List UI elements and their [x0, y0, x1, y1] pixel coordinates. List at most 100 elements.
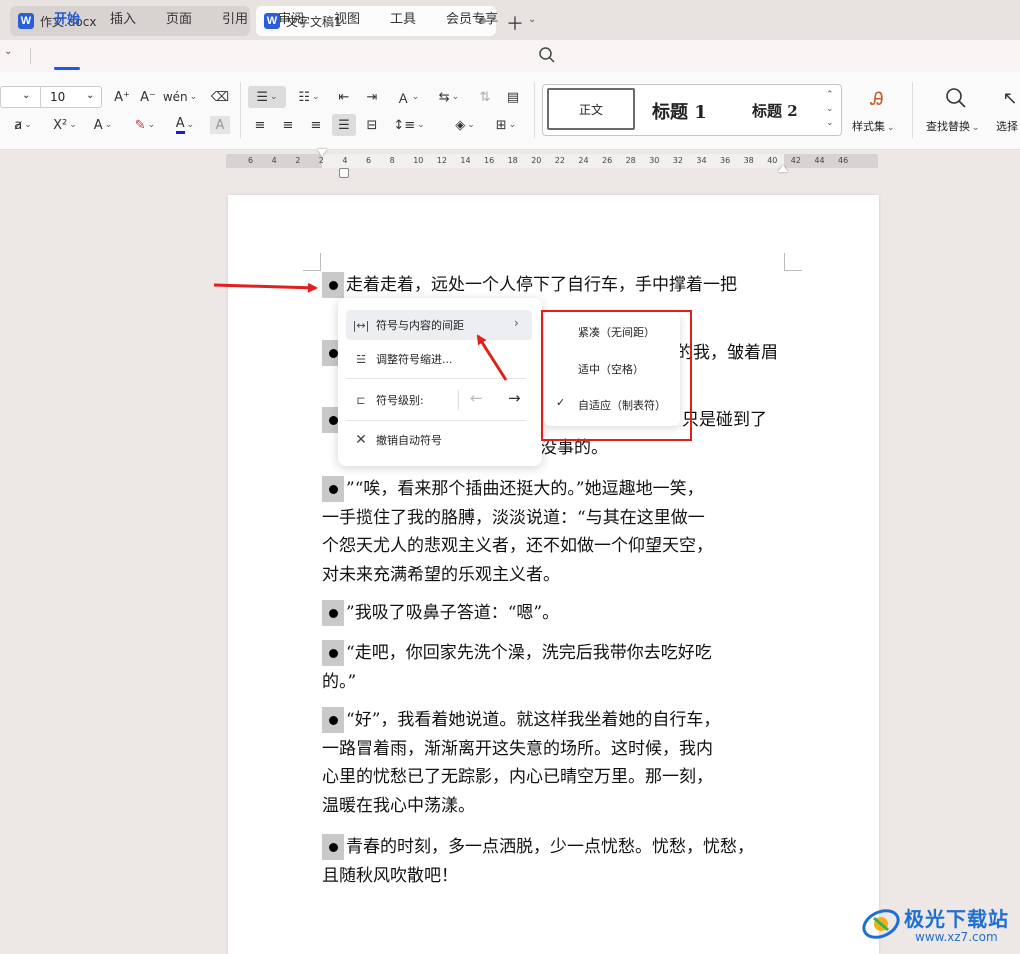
- border-icon[interactable]: ⊞ ⌄: [490, 116, 522, 134]
- menu-home[interactable]: 开始: [54, 8, 80, 27]
- select-button[interactable]: 选择: [996, 118, 1018, 134]
- select-cursor-icon[interactable]: ↖: [1000, 86, 1020, 110]
- bullet-marker[interactable]: [322, 707, 344, 733]
- align-right-icon[interactable]: ≡: [306, 116, 326, 134]
- eraser-icon[interactable]: ⌫: [210, 88, 230, 106]
- bullet-list-icon[interactable]: ☰ ⌄: [248, 86, 286, 108]
- paragraph-line: 一路冒着雨，渐渐离开这失意的场所。这时候，我内: [322, 738, 713, 759]
- ruler-tick-label: 46: [838, 156, 849, 165]
- font-shrink-icon[interactable]: A⁻: [138, 88, 158, 106]
- style-gallery-scroll-icon[interactable]: ⌃ ⌄ ⌄: [826, 88, 834, 130]
- paragraph: 走着走着，远处一个人停下了自行车，手中撑着一把: [346, 275, 737, 295]
- ruler-tick-label: 10: [413, 156, 424, 165]
- ruler-tick-label: 22: [554, 156, 565, 165]
- style-normal[interactable]: 正文: [547, 88, 635, 130]
- bullet-marker[interactable]: [322, 834, 344, 860]
- ruler-tick-label: 4: [342, 156, 348, 165]
- ruler-tick-label: 6: [366, 156, 372, 165]
- ruler-tick-label: 30: [649, 156, 660, 165]
- divider: [534, 82, 535, 138]
- increase-indent-icon[interactable]: ⇥: [362, 88, 382, 106]
- style-heading-2[interactable]: 标题 2: [752, 100, 798, 121]
- distributed-align-icon[interactable]: ⊟: [362, 116, 382, 134]
- font-color-icon[interactable]: A ⌄: [168, 116, 202, 134]
- new-tab-plus-icon[interactable]: ＋: [506, 10, 524, 36]
- ruler-tick-label: 20: [531, 156, 542, 165]
- ruler-tick-label: 24: [578, 156, 589, 165]
- superscript-icon[interactable]: X² ⌄: [48, 116, 82, 134]
- menu-item-symbol-spacing[interactable]: |↔| 符号与内容的间距: [346, 310, 532, 340]
- style-set-label: 样式集: [852, 120, 885, 133]
- menu-page[interactable]: 页面: [166, 8, 192, 27]
- search-icon[interactable]: [538, 46, 556, 64]
- paragraph-line: 的。”: [322, 671, 357, 692]
- char-shading-icon[interactable]: A: [210, 116, 230, 134]
- font-size-dropdown-icon[interactable]: ⌄: [86, 90, 94, 101]
- text-direction-icon[interactable]: Ａ ⌄: [392, 88, 424, 107]
- ruler-tick-label: 4: [271, 156, 277, 165]
- level-up-arrow-icon[interactable]: ←: [470, 389, 483, 407]
- watermark-url: www.xz7.com: [915, 930, 998, 944]
- spacing-icon: |↔|: [352, 318, 370, 332]
- find-replace-button[interactable]: 查找替换 ⌄: [926, 118, 980, 134]
- paragraph: “好”，我看着她说道。就这样我坐着她的自行车， 一路冒着雨，渐渐离开这失意的场所…: [322, 706, 786, 820]
- menu-tools[interactable]: 工具: [390, 8, 416, 27]
- ruler-tick-label: 2: [295, 156, 301, 165]
- bullet-marker[interactable]: [322, 272, 344, 298]
- ruler-tick-label: 32: [672, 156, 683, 165]
- first-line-indent-marker[interactable]: [317, 149, 327, 156]
- level-icon: ⊏: [356, 393, 366, 407]
- menu-reference[interactable]: 引用: [222, 8, 248, 27]
- strikethrough-icon[interactable]: ⱥ ⌄: [6, 116, 40, 134]
- decrease-indent-icon[interactable]: ⇤: [334, 88, 354, 106]
- sort-az-icon[interactable]: ⇅: [474, 88, 496, 106]
- font-size-input[interactable]: 10: [50, 90, 65, 104]
- style-set-icon[interactable]: Ꭿ: [864, 86, 890, 112]
- line-spacing-icon[interactable]: ↕≡ ⌄: [392, 116, 426, 134]
- find-replace-icon[interactable]: [944, 86, 968, 110]
- level-down-arrow-icon[interactable]: →: [508, 389, 521, 407]
- menu-vip[interactable]: 会员专享: [446, 8, 498, 27]
- menu-review[interactable]: 审阅: [278, 8, 304, 27]
- paragraph-line: 且随秋风吹散吧！: [322, 865, 458, 886]
- divider: [912, 82, 913, 138]
- bullet-marker[interactable]: [322, 640, 344, 666]
- font-name-dropdown-icon[interactable]: ⌄: [22, 90, 30, 101]
- menu-bar: [0, 40, 1020, 72]
- menu-item-adjust-indent[interactable]: ☱ 调整符号缩进...: [346, 344, 532, 374]
- ruler-tick-label: 12: [436, 156, 447, 165]
- menu-insert[interactable]: 插入: [110, 8, 136, 27]
- ruler-tick-label: 6: [248, 156, 254, 165]
- paragraph-fragment: 的我，皱着眉: [676, 343, 778, 363]
- font-grow-icon[interactable]: A⁺: [112, 88, 132, 106]
- paragraph: “走吧，你回家先洗个澡，洗完后我带你去吃好吃 的。”: [322, 639, 786, 696]
- bullet-marker[interactable]: [322, 600, 344, 626]
- menu-item-label: 符号级别:: [376, 394, 424, 407]
- numbered-list-icon[interactable]: ☷ ⌄: [294, 88, 324, 106]
- align-left-icon[interactable]: ≡: [250, 116, 270, 134]
- shading-icon[interactable]: ◈ ⌄: [448, 116, 482, 134]
- left-indent-marker[interactable]: [339, 168, 349, 178]
- align-center-icon[interactable]: ≡: [278, 116, 298, 134]
- menu-item-undo-auto-bullet[interactable]: ✕ 撤销自动符号: [346, 425, 532, 455]
- style-heading-1[interactable]: 标题 1: [652, 98, 707, 124]
- chevron-down-icon[interactable]: ⌄: [4, 46, 12, 57]
- highlight-icon[interactable]: ✎ ⌄: [128, 116, 162, 134]
- indent-icon: ☱: [356, 352, 366, 366]
- bullet-marker[interactable]: [322, 476, 344, 502]
- paragraph: 青春的时刻，多一点洒脱，少一点忧愁。忧愁，忧愁， 且随秋风吹散吧！: [322, 833, 786, 890]
- text-effect-icon[interactable]: A ⌄: [88, 116, 118, 134]
- justify-icon[interactable]: ☰: [332, 114, 356, 136]
- right-indent-marker[interactable]: [778, 165, 788, 172]
- divider: [346, 420, 526, 421]
- show-marks-icon[interactable]: ▤: [502, 88, 524, 106]
- ruler-tick-label: 16: [484, 156, 495, 165]
- divider: [40, 87, 41, 107]
- phonetic-icon[interactable]: wén ⌄: [163, 88, 197, 106]
- style-set-button[interactable]: 样式集 ⌄: [852, 118, 895, 134]
- menu-view[interactable]: 视图: [334, 8, 360, 27]
- chevron-down-icon[interactable]: ⌄: [528, 14, 536, 25]
- sort-icon[interactable]: ⇆ ⌄: [434, 88, 464, 106]
- divider: [458, 390, 459, 410]
- watermark-logo-icon: [862, 909, 900, 939]
